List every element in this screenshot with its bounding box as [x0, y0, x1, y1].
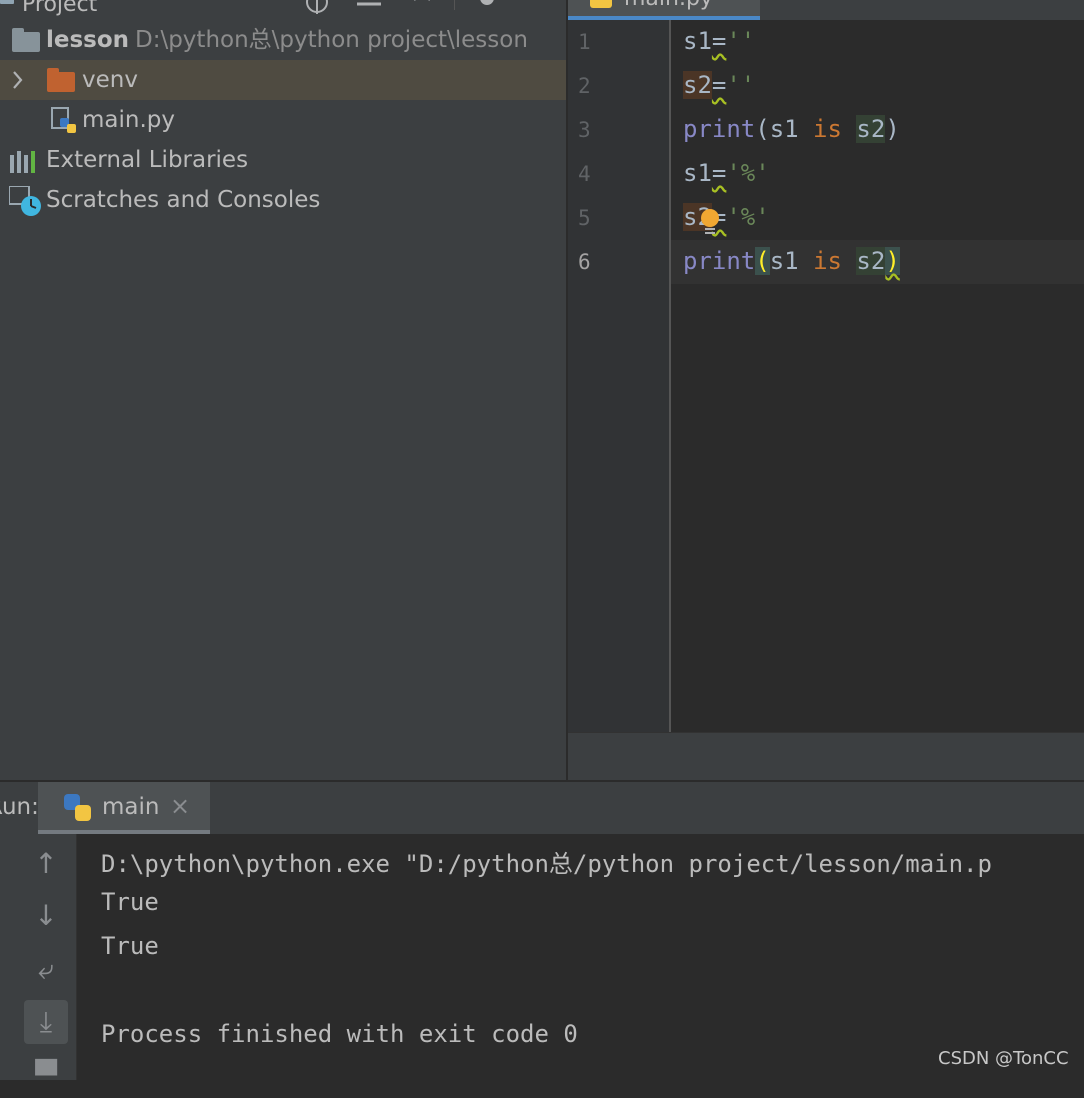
- line-number: 2: [578, 74, 591, 98]
- tree-item-external-libraries[interactable]: External Libraries: [0, 140, 566, 180]
- project-panel: Project lesson D:\python总\python project…: [0, 0, 566, 780]
- project-panel-title: Project: [22, 0, 98, 17]
- console-line: True: [101, 888, 159, 916]
- run-label: Run:: [0, 794, 39, 820]
- soft-wrap-icon[interactable]: ⤶: [24, 948, 68, 992]
- editor-status-strip: [568, 732, 1084, 781]
- folder-icon: [47, 68, 75, 92]
- scroll-to-end-icon[interactable]: ⤓: [24, 1000, 68, 1044]
- root-path: D:\python总\python project\lesson: [135, 27, 528, 53]
- tree-item-main-py[interactable]: main.py: [0, 100, 566, 140]
- code-line-5[interactable]: s2='%': [683, 203, 770, 231]
- folder-icon: [12, 28, 40, 52]
- toolbar-divider: [454, 0, 455, 10]
- tree-root-lesson[interactable]: lesson D:\python总\python project\lesson: [0, 20, 566, 60]
- settings-gear-icon[interactable]: [475, 0, 499, 14]
- tree-item-label: main.py: [82, 107, 175, 133]
- expand-icon[interactable]: [410, 0, 434, 14]
- code-line-1[interactable]: s1='': [683, 27, 755, 55]
- tree-item-label: Scratches and Consoles: [46, 187, 321, 213]
- line-number: 3: [578, 118, 591, 142]
- tab-main-py[interactable]: main.py: [568, 0, 760, 20]
- scratches-icon: [8, 185, 43, 231]
- python-icon: [64, 794, 92, 826]
- gutter-divider: [669, 20, 671, 732]
- arrow-down-icon[interactable]: ↓: [24, 894, 68, 938]
- line-number: 1: [578, 30, 591, 54]
- tab-label: main.py: [624, 0, 713, 11]
- code-line-3[interactable]: print(s1 is s2): [683, 115, 900, 143]
- tab-run-main[interactable]: main ×: [38, 782, 210, 834]
- locate-icon[interactable]: [305, 0, 329, 14]
- python-file-icon: [590, 0, 612, 8]
- console-line: D:\python\python.exe "D:/python总/python …: [101, 850, 992, 878]
- tree-item-venv[interactable]: venv: [0, 60, 566, 100]
- tab-label: main: [102, 794, 160, 820]
- arrow-up-icon[interactable]: ↑: [24, 842, 68, 886]
- code-line-6[interactable]: print(s1 is s2): [683, 247, 900, 275]
- tree-item-label: External Libraries: [46, 147, 249, 173]
- console-line: Process finished with exit code 0: [101, 1020, 578, 1048]
- console-line: True: [101, 932, 159, 960]
- line-number: 4: [578, 162, 591, 186]
- code-line-2[interactable]: s2='': [683, 71, 755, 99]
- line-number-current: 6: [578, 250, 591, 274]
- run-tool-column: ↑ ↓ ⤶ ⤓ ▀: [16, 834, 77, 1092]
- root-name: lesson: [46, 27, 130, 53]
- print-icon[interactable]: ▀: [24, 1054, 68, 1098]
- watermark: CSDN @TonCC: [938, 1048, 1069, 1069]
- tree-item-label: venv: [82, 67, 138, 93]
- collapse-all-icon[interactable]: [357, 0, 381, 14]
- lightbulb-icon[interactable]: [699, 208, 723, 240]
- line-number: 5: [578, 206, 591, 230]
- code-line-4[interactable]: s1='%': [683, 159, 770, 187]
- editor-tab-bar: main.py: [568, 0, 1084, 20]
- run-side-strip: [0, 834, 16, 1080]
- tree-item-scratches[interactable]: Scratches and Consoles: [0, 180, 566, 220]
- run-toolbar: Run: main ×: [0, 782, 1084, 834]
- project-icon: [0, 0, 14, 4]
- close-icon[interactable]: ×: [170, 792, 190, 820]
